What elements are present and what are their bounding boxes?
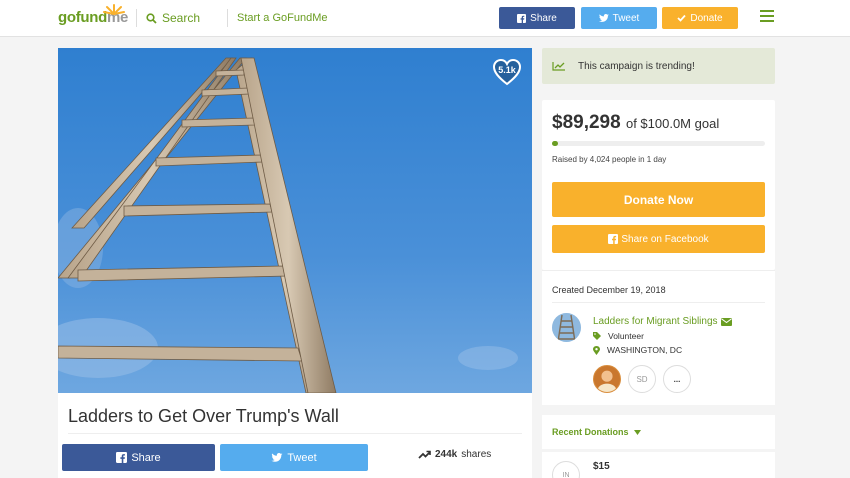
raised-by-text: Raised by 4,024 people in 1 day — [552, 155, 667, 164]
header-divider — [136, 9, 137, 27]
donation-amount: $15 — [593, 461, 610, 472]
recent-donations-text: Recent Donations — [552, 427, 629, 437]
header-donate-button[interactable]: Donate — [662, 7, 738, 29]
team-member-initials[interactable]: SD — [628, 365, 656, 393]
organizer-name-label: Ladders for Migrant Siblings — [593, 316, 718, 327]
organizer-name[interactable]: Ladders for Migrant Siblings — [593, 316, 732, 327]
team-member-photo — [594, 366, 620, 392]
progress-fill — [552, 141, 559, 146]
caret-down-icon — [633, 429, 641, 435]
start-gofundme-link[interactable]: Start a GoFundMe — [237, 12, 328, 24]
donation-list-item: IN $15 — [542, 452, 775, 478]
goal-text: of $100.0M goal — [625, 116, 720, 131]
trend-chart-icon — [552, 62, 565, 71]
raised-amount: $89,298 of $100.0M goal — [552, 112, 719, 134]
heart-count: 5.1k — [498, 65, 516, 75]
trending-text: This campaign is trending! — [578, 60, 695, 72]
shares-number: 244k — [435, 449, 458, 460]
header-share-button[interactable]: Share — [499, 7, 575, 29]
shares-count: 244k shares — [418, 449, 491, 460]
logo-sun-icon — [103, 4, 125, 15]
twitter-icon — [271, 452, 283, 462]
top-navigation-bar: gofundme Search Start a GoFundMe Share T… — [0, 0, 850, 37]
facebook-icon — [116, 452, 128, 463]
search-label: Search — [162, 11, 201, 25]
campaign-title: Ladders to Get Over Trump's Wall — [68, 406, 339, 426]
facebook-icon — [608, 234, 619, 244]
divider — [552, 302, 765, 303]
logo-text: gofund — [58, 9, 108, 26]
donate-now-button[interactable]: Donate Now — [552, 182, 765, 217]
campaign-hero-image: 5.1k — [58, 48, 532, 393]
organizer-location-label: WASHINGTON, DC — [607, 345, 683, 355]
header-donate-label: Donate — [690, 12, 723, 24]
raised-value: $89,298 — [552, 112, 621, 133]
team-member-avatar[interactable] — [593, 365, 621, 393]
organizer-card: Created December 19, 2018 Ladders for Mi… — [542, 270, 775, 405]
share-label: Share — [131, 451, 161, 464]
facebook-icon — [517, 13, 527, 23]
header-tweet-button[interactable]: Tweet — [581, 7, 657, 29]
divider — [68, 433, 522, 434]
checkmark-icon — [677, 14, 687, 22]
recent-donations-header[interactable]: Recent Donations — [542, 415, 775, 449]
organizer-location: WASHINGTON, DC — [593, 345, 682, 355]
organizer-role-label: Volunteer — [608, 331, 644, 341]
tweet-label: Tweet — [287, 451, 317, 464]
share-facebook-button[interactable]: Share — [62, 444, 215, 471]
tweet-button[interactable]: Tweet — [220, 444, 368, 471]
donation-goal-card: $89,298 of $100.0M goal Raised by 4,024 … — [542, 100, 775, 270]
organizer-avatar[interactable] — [552, 313, 581, 342]
hamburger-menu-icon[interactable] — [760, 10, 774, 23]
search-button[interactable]: Search — [146, 11, 200, 25]
organizer-role: Volunteer — [593, 331, 644, 341]
trending-up-icon — [418, 450, 431, 459]
ladder-thumbnail — [552, 313, 581, 342]
header-divider — [227, 9, 228, 27]
search-icon — [146, 12, 157, 24]
trending-banner: This campaign is trending! — [542, 48, 775, 84]
recent-donations-label: Recent Donations — [552, 427, 641, 437]
progress-bar — [552, 141, 765, 146]
created-date: Created December 19, 2018 — [552, 285, 666, 295]
envelope-icon[interactable] — [720, 317, 732, 326]
campaign-title-card: Ladders to Get Over Trump's Wall Share T… — [58, 393, 532, 478]
share-on-facebook-label: Share on Facebook — [621, 233, 709, 245]
header-tweet-label: Tweet — [612, 12, 640, 24]
share-on-facebook-button[interactable]: Share on Facebook — [552, 225, 765, 253]
tag-icon — [593, 332, 601, 340]
shares-suffix: shares — [461, 449, 492, 460]
header-share-label: Share — [530, 12, 557, 24]
twitter-icon — [598, 13, 609, 22]
ladder-sky-photo — [58, 48, 532, 393]
location-pin-icon — [593, 345, 600, 355]
donor-avatar: IN — [552, 461, 580, 478]
team-more-button[interactable]: ... — [663, 365, 691, 393]
